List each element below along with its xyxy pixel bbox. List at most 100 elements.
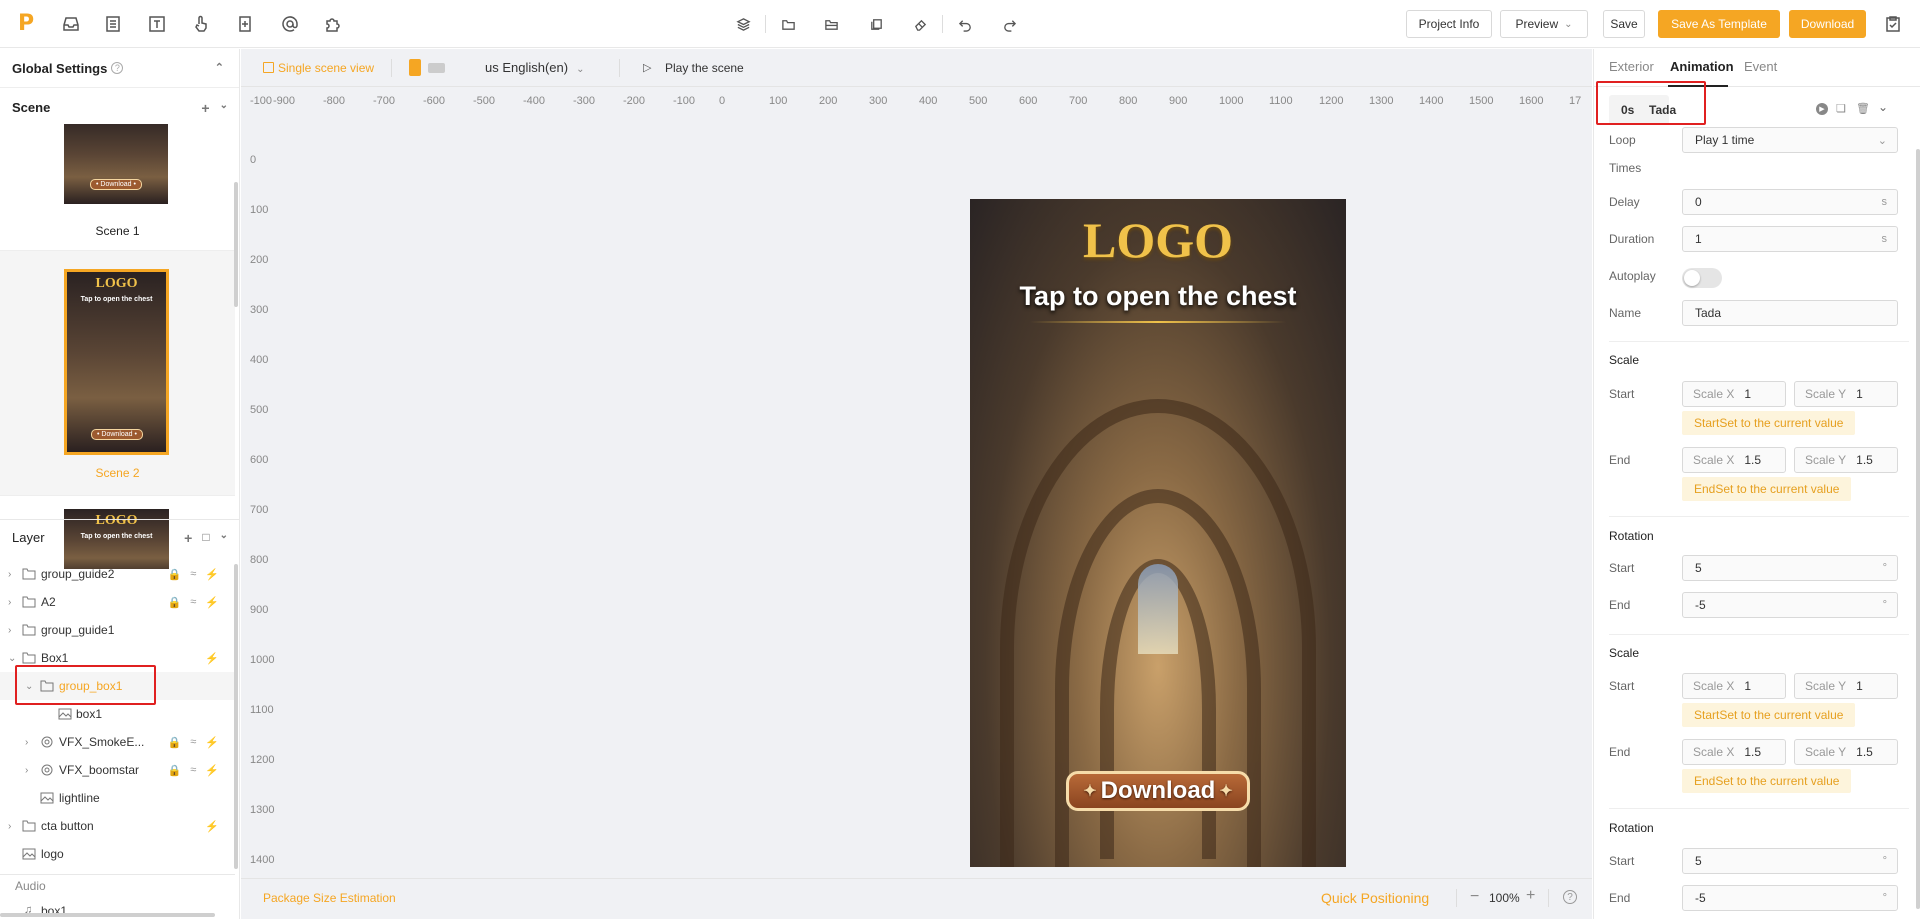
chevron-down-icon[interactable]: ⌄ <box>8 653 18 664</box>
lock-icon[interactable]: 🔒 <box>168 736 182 749</box>
end-set-current-button[interactable]: EndSet to the current value <box>1682 769 1852 793</box>
layer-item[interactable]: logo <box>0 840 235 868</box>
scale-y-end-input[interactable]: Scale Y 1.5 <box>1794 739 1898 765</box>
bolt-icon[interactable]: ⚡ <box>205 568 219 581</box>
play-circle-icon[interactable]: ▶ <box>1816 103 1828 115</box>
stage-tap-text[interactable]: Tap to open the chest <box>970 281 1346 312</box>
rotation-end-input[interactable]: -5 ° <box>1682 592 1898 618</box>
undo-icon[interactable] <box>955 14 975 34</box>
stage-download-button[interactable]: ✦ Download ✦ <box>1066 771 1250 811</box>
scene-stage[interactable]: LOGO Tap to open the chest ✦ Download ✦ <box>970 199 1346 867</box>
preview-button[interactable]: Preview ⌄ <box>1500 10 1588 38</box>
start-set-current-button[interactable]: StartSet to the current value <box>1682 703 1856 727</box>
stage-logo[interactable]: LOGO <box>970 211 1346 269</box>
layer-item[interactable]: › VFX_SmokeE... 🔒 ≈ ⚡ <box>0 728 235 756</box>
horizontal-scrollbar[interactable] <box>0 913 215 917</box>
layer-item[interactable]: box1 <box>0 700 235 728</box>
project-info-button[interactable]: Project Info <box>1406 10 1492 38</box>
plus-icon[interactable]: + <box>184 530 192 546</box>
tab-event[interactable]: Event <box>1744 59 1777 74</box>
scale-x-start-input[interactable]: Scale X 1 <box>1682 673 1786 699</box>
layer-scrollbar[interactable] <box>234 564 238 869</box>
inbox-icon[interactable] <box>60 13 82 35</box>
eye-icon[interactable]: ≈ <box>190 736 196 749</box>
play-icon[interactable]: ▷ <box>643 61 651 74</box>
eraser-icon[interactable] <box>910 14 930 34</box>
end-set-current-button[interactable]: EndSet to the current value <box>1682 477 1852 501</box>
rotation-end-input[interactable]: -5 ° <box>1682 885 1898 911</box>
scale-x-start-input[interactable]: Scale X 1 <box>1682 381 1786 407</box>
plugin-icon[interactable] <box>322 13 344 35</box>
bolt-icon[interactable]: ⚡ <box>205 736 219 749</box>
start-set-current-button[interactable]: StartSet to the current value <box>1682 411 1856 435</box>
save-as-template-button[interactable]: Save As Template <box>1658 10 1780 38</box>
quick-positioning-button[interactable]: Quick Positioning <box>1321 890 1429 906</box>
rotation-start-input[interactable]: 5 ° <box>1682 555 1898 581</box>
light-line[interactable] <box>1030 321 1286 323</box>
redo-icon[interactable] <box>999 14 1019 34</box>
scale-y-start-input[interactable]: Scale Y 1 <box>1794 673 1898 699</box>
text-icon[interactable] <box>146 13 168 35</box>
scale-y-start-input[interactable]: Scale Y 1 <box>1794 381 1898 407</box>
scene-scrollbar[interactable] <box>234 182 238 307</box>
layer-item[interactable]: › A2 🔒 ≈ ⚡ <box>0 588 235 616</box>
bolt-icon[interactable]: ⚡ <box>205 596 219 609</box>
layer-item[interactable]: › cta button ⚡ <box>0 812 235 840</box>
layer-item[interactable]: lightline <box>0 784 235 812</box>
scale-x-end-input[interactable]: Scale X 1.5 <box>1682 739 1786 765</box>
tab-exterior[interactable]: Exterior <box>1609 59 1654 74</box>
chevron-down-icon[interactable]: ⌄ <box>220 100 228 116</box>
lock-icon[interactable]: 🔒 <box>168 596 182 609</box>
plus-icon[interactable]: + <box>201 100 209 116</box>
scale-y-end-input[interactable]: Scale Y 1.5 <box>1794 447 1898 473</box>
eye-icon[interactable]: ≈ <box>190 764 196 777</box>
zoom-out-icon[interactable]: − <box>1470 888 1479 906</box>
chevron-right-icon[interactable]: › <box>25 765 35 776</box>
chevron-right-icon[interactable]: › <box>8 597 18 608</box>
duration-input[interactable]: 1s <box>1682 226 1898 252</box>
chevron-up-icon[interactable]: ⌃ <box>215 61 224 74</box>
name-input[interactable]: Tada <box>1682 300 1898 326</box>
eye-icon[interactable]: ≈ <box>190 596 196 609</box>
document-plus-icon[interactable] <box>234 13 256 35</box>
portrait-toggle[interactable] <box>409 59 421 76</box>
checklist-icon[interactable] <box>1882 13 1904 35</box>
chevron-right-icon[interactable]: › <box>25 737 35 748</box>
layer-item[interactable]: › group_guide2 🔒 ≈ ⚡ <box>0 560 235 588</box>
bolt-icon[interactable]: ⚡ <box>205 652 219 665</box>
save-button[interactable]: Save <box>1603 10 1645 38</box>
layer-item[interactable]: › VFX_boomstar 🔒 ≈ ⚡ <box>0 756 235 784</box>
delete-icon[interactable]: 🗑 <box>1856 102 1870 115</box>
folder-icon[interactable] <box>778 14 798 34</box>
list-icon[interactable] <box>102 13 124 35</box>
download-button[interactable]: Download <box>1789 10 1866 38</box>
delay-input[interactable]: 0s <box>1682 189 1898 215</box>
play-scene-button[interactable]: Play the scene <box>665 61 744 75</box>
layers-icon[interactable] <box>733 14 753 34</box>
at-icon[interactable] <box>279 13 301 35</box>
autoplay-toggle[interactable] <box>1682 268 1722 288</box>
folder-open-icon[interactable] <box>821 14 841 34</box>
package-size-link[interactable]: Package Size Estimation <box>263 891 396 905</box>
chevron-right-icon[interactable]: › <box>8 625 18 636</box>
tab-animation[interactable]: Animation <box>1670 59 1734 74</box>
bolt-icon[interactable]: ⚡ <box>205 820 219 833</box>
touch-icon[interactable] <box>190 13 212 35</box>
chevron-right-icon[interactable]: › <box>8 821 18 832</box>
help-icon[interactable]: ? <box>1563 890 1577 904</box>
scale-x-end-input[interactable]: Scale X 1.5 <box>1682 447 1786 473</box>
copy-icon[interactable] <box>866 14 886 34</box>
copy-icon[interactable]: ❏ <box>1836 102 1846 115</box>
layer-item[interactable]: › group_guide1 <box>0 616 235 644</box>
chevron-down-icon[interactable]: ⌄ <box>220 530 228 546</box>
properties-scrollbar[interactable] <box>1916 149 1920 909</box>
loop-select[interactable]: Play 1 time ⌄ <box>1682 127 1898 153</box>
lock-icon[interactable]: 🔒 <box>168 568 182 581</box>
chevron-up-icon[interactable]: ⌄ <box>1878 100 1888 114</box>
lock-icon[interactable]: 🔒 <box>168 764 182 777</box>
language-select[interactable]: us English(en) ⌄ <box>485 60 585 75</box>
scene-thumbnail[interactable]: LOGO Tap to open the chest • Download • <box>64 269 169 455</box>
scene-thumbnail[interactable]: • Download • <box>64 124 168 204</box>
folder-add-icon[interactable]: □ <box>202 530 209 546</box>
rotation-start-input[interactable]: 5 ° <box>1682 848 1898 874</box>
